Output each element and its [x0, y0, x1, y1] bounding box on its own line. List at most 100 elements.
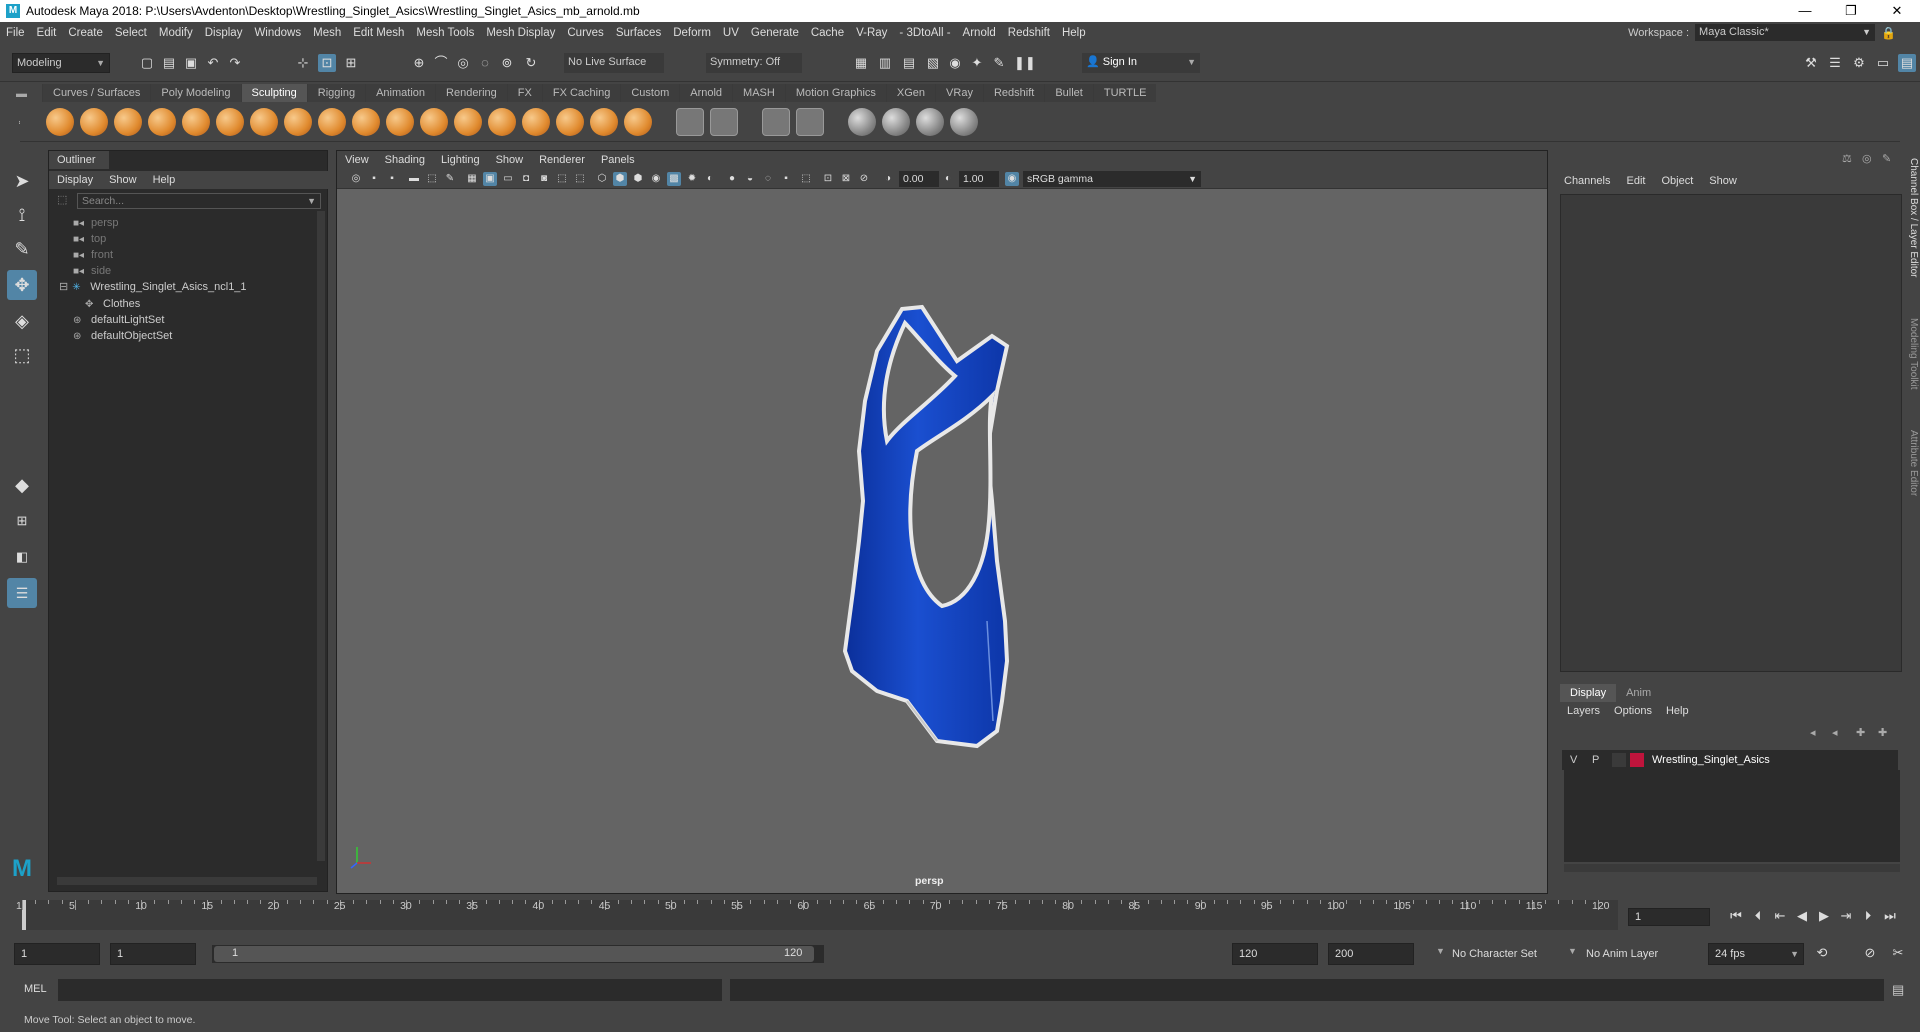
auto-key-icon[interactable]: ⊘ [1862, 945, 1878, 961]
go-to-start-icon[interactable]: ⏮ [1728, 908, 1744, 924]
shelf-tab-curves-surfaces[interactable]: Curves / Surfaces [42, 84, 151, 102]
amplify-tool-icon[interactable] [590, 108, 618, 136]
menu-modify[interactable]: Modify [153, 27, 199, 39]
ambient-occlusion-icon[interactable]: ● [725, 172, 739, 186]
exposure-field[interactable]: 0.00 [899, 171, 939, 187]
wireframe-on-shaded-icon[interactable]: ⬢ [631, 172, 645, 186]
command-language-label[interactable]: MEL [24, 983, 47, 995]
playback-start-field[interactable]: 1 [110, 943, 196, 965]
safe-title-icon[interactable]: ⬚ [573, 172, 587, 186]
image-plane-icon[interactable]: ▬ [407, 172, 421, 186]
shelf-menu-icon[interactable]: ▬ [16, 88, 27, 100]
viewport-menu-lighting[interactable]: Lighting [433, 151, 488, 169]
shelf-tab-xgen[interactable]: XGen [885, 84, 936, 102]
maximize-button[interactable]: ❐ [1828, 0, 1874, 22]
snap-curve-icon[interactable]: ⌒ [432, 54, 450, 72]
layer-color-swatch[interactable] [1630, 753, 1644, 767]
wire-deformer-icon[interactable] [916, 108, 944, 136]
shelf-tab-animation[interactable]: Animation [365, 84, 436, 102]
sculpt-mesh-icon[interactable] [848, 108, 876, 136]
snap-grid-icon[interactable]: ⊕ [410, 54, 428, 72]
use-all-lights-icon[interactable]: ✹ [685, 172, 699, 186]
redo-icon[interactable]: ↷ [226, 54, 244, 72]
menu-mesh-tools[interactable]: Mesh Tools [410, 27, 480, 39]
depth-of-field-icon[interactable]: ▪ [779, 172, 793, 186]
menu-select[interactable]: Select [109, 27, 153, 39]
toggle-attribute-editor-icon[interactable]: ☰ [1826, 54, 1844, 72]
smooth-shade-icon[interactable]: ⬢ [613, 172, 627, 186]
convert-to-frozen-icon[interactable] [676, 108, 704, 136]
chevron-down-icon[interactable]: ▼ [1436, 946, 1445, 956]
play-forwards-icon[interactable]: ▶ [1816, 908, 1832, 924]
tab-channel-box-layer-editor[interactable]: Channel Box / Layer Editor [1908, 158, 1919, 278]
workspace-dropdown[interactable]: Maya Classic* ▼ [1695, 24, 1876, 41]
scrape-tool-icon[interactable] [420, 108, 448, 136]
menu-create[interactable]: Create [62, 27, 109, 39]
relax-tool-icon[interactable] [114, 108, 142, 136]
menuset-dropdown[interactable]: Modeling ▼ [12, 53, 110, 73]
single-pane-layout-icon[interactable]: ◆ [7, 470, 37, 500]
layer-menu-help[interactable]: Help [1659, 702, 1696, 720]
outliner-item-persp[interactable]: ■◂ persp [73, 215, 119, 231]
shelf-tab-motion-graphics[interactable]: Motion Graphics [784, 84, 886, 102]
layer-menu-options[interactable]: Options [1607, 702, 1659, 720]
shelf-tab-fx[interactable]: FX [506, 84, 542, 102]
outliner-item-side[interactable]: ■◂ side [73, 263, 111, 279]
close-button[interactable]: ✕ [1874, 0, 1920, 22]
film-gate-icon[interactable]: ▣ [483, 172, 497, 186]
bookmark-icon[interactable]: ▪ [385, 172, 399, 186]
spray-tool-icon[interactable] [284, 108, 312, 136]
render-settings-icon[interactable]: ▧ [924, 54, 942, 72]
shelf-tab-arnold[interactable]: Arnold [679, 84, 733, 102]
range-slider-bar[interactable]: 1 120 [214, 946, 814, 962]
attribute-icon[interactable]: ◎ [1862, 152, 1872, 165]
rotate-tool-icon[interactable]: ◈ [7, 306, 37, 336]
channel-menu-show[interactable]: Show [1701, 172, 1745, 190]
shelf-tab-vray[interactable]: VRay [935, 84, 983, 102]
live-surface-field[interactable]: No Live Surface [564, 53, 664, 73]
animation-start-field[interactable]: 1 [14, 943, 100, 965]
layer-tab-display[interactable]: Display [1560, 684, 1617, 702]
pinch-tool-icon[interactable] [182, 108, 210, 136]
blend-shape-icon[interactable] [882, 108, 910, 136]
channel-menu-channels[interactable]: Channels [1556, 172, 1618, 190]
menu-mesh-display[interactable]: Mesh Display [480, 27, 561, 39]
wireframe-icon[interactable]: ⬡ [595, 172, 609, 186]
filter-icon[interactable]: ⬚ [57, 193, 67, 206]
shelf-tab-redshift[interactable]: Redshift [982, 84, 1045, 102]
animation-end-field[interactable]: 200 [1328, 943, 1414, 965]
freeze-all-icon[interactable] [796, 108, 824, 136]
two-pane-layout-icon[interactable]: ◧ [7, 542, 37, 572]
foamy-tool-icon[interactable] [250, 108, 278, 136]
shelf-tab-turtle[interactable]: TURTLE [1092, 84, 1157, 102]
resolution-gate-icon[interactable]: ▭ [501, 172, 515, 186]
new-layer-selected-icon[interactable]: ✚ [1878, 726, 1887, 739]
select-tool-icon[interactable]: ➤ [7, 166, 37, 196]
outliner-item-defaultlightset[interactable]: ⊛ defaultLightSet [73, 312, 164, 328]
menu-deform[interactable]: Deform [667, 27, 717, 39]
menu-help[interactable]: Help [1056, 27, 1092, 39]
snap-surface-icon[interactable]: ⊚ [498, 54, 516, 72]
viewport-panel[interactable]: View Shading Lighting Show Renderer Pane… [336, 150, 1548, 894]
fps-dropdown[interactable]: 24 fps ▼ [1708, 943, 1804, 965]
step-forward-frame-icon[interactable]: ⏵ [1860, 908, 1876, 924]
invert-freeze-icon[interactable] [762, 108, 790, 136]
layer-tab-anim[interactable]: Anim [1616, 684, 1661, 702]
time-slider[interactable]: 1 5 10 15 20 25 30 35 40 45 50 55 60 65 70 75 80 85 90 95 10… [0, 900, 1920, 934]
layer-visibility-toggle[interactable]: V [1570, 750, 1577, 770]
menu-edit-mesh[interactable]: Edit Mesh [347, 27, 410, 39]
symmetry-dropdown[interactable]: Symmetry: Off [706, 53, 802, 73]
shelf-tab-bullet[interactable]: Bullet [1044, 84, 1093, 102]
shelf-tab-mash[interactable]: MASH [732, 84, 785, 102]
menu-mesh[interactable]: Mesh [307, 27, 347, 39]
menu-uv[interactable]: UV [717, 27, 745, 39]
gamma-field[interactable]: 1.00 [959, 171, 999, 187]
xray-joints-icon[interactable]: ⊠ [839, 172, 853, 186]
outliner-horizontal-scrollbar[interactable] [57, 877, 317, 885]
grab-tool-icon[interactable] [148, 108, 176, 136]
2d-pan-zoom-icon[interactable]: ⬚ [425, 172, 439, 186]
menu-display[interactable]: Display [199, 27, 249, 39]
pause-ipr-icon[interactable]: ❚❚ [1014, 54, 1036, 72]
arnold-render-icon[interactable]: ✦ [968, 54, 986, 72]
repeat-tool-icon[interactable] [318, 108, 346, 136]
